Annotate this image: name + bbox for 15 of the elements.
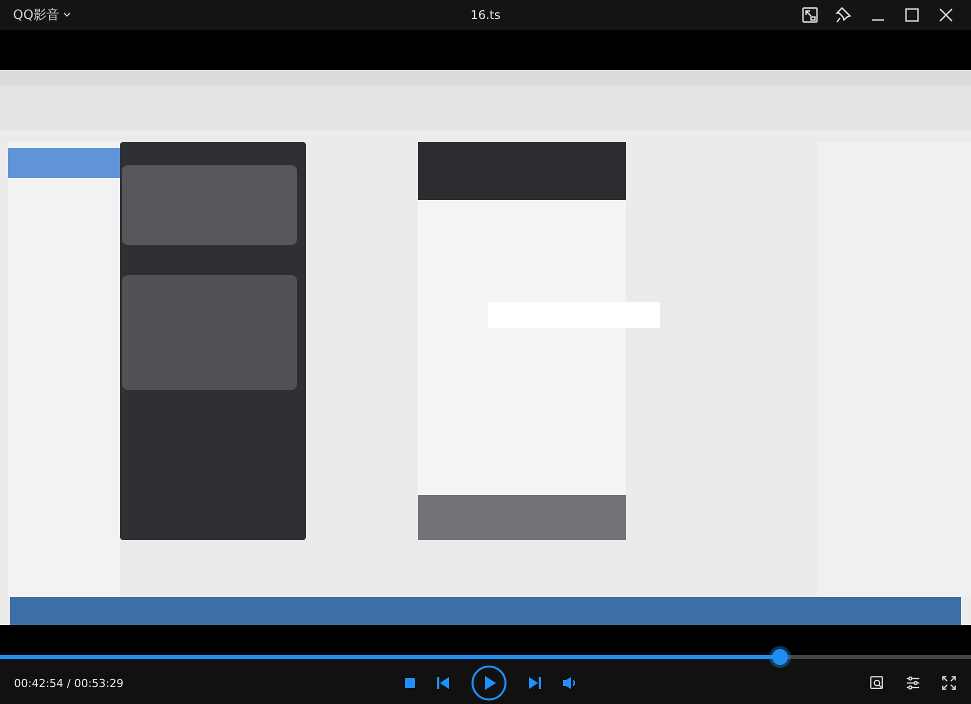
picture-icon[interactable] bbox=[801, 6, 819, 24]
playback-time: 00:42:54 / 00:53:29 bbox=[14, 676, 124, 690]
pin-icon[interactable] bbox=[835, 6, 853, 24]
next-icon[interactable] bbox=[529, 677, 541, 689]
app-menu[interactable]: QQ影音 bbox=[0, 6, 72, 24]
settings-icon[interactable] bbox=[905, 675, 921, 691]
volume-icon[interactable] bbox=[563, 677, 578, 689]
previous-icon[interactable] bbox=[437, 677, 449, 689]
window-title: 16.ts bbox=[470, 8, 501, 22]
close-icon[interactable] bbox=[937, 6, 955, 24]
fullscreen-icon[interactable] bbox=[941, 675, 957, 691]
maximize-icon[interactable] bbox=[903, 6, 921, 24]
screenshot-icon[interactable] bbox=[869, 675, 885, 691]
play-icon[interactable] bbox=[471, 665, 507, 701]
chevron-icon bbox=[63, 12, 72, 18]
